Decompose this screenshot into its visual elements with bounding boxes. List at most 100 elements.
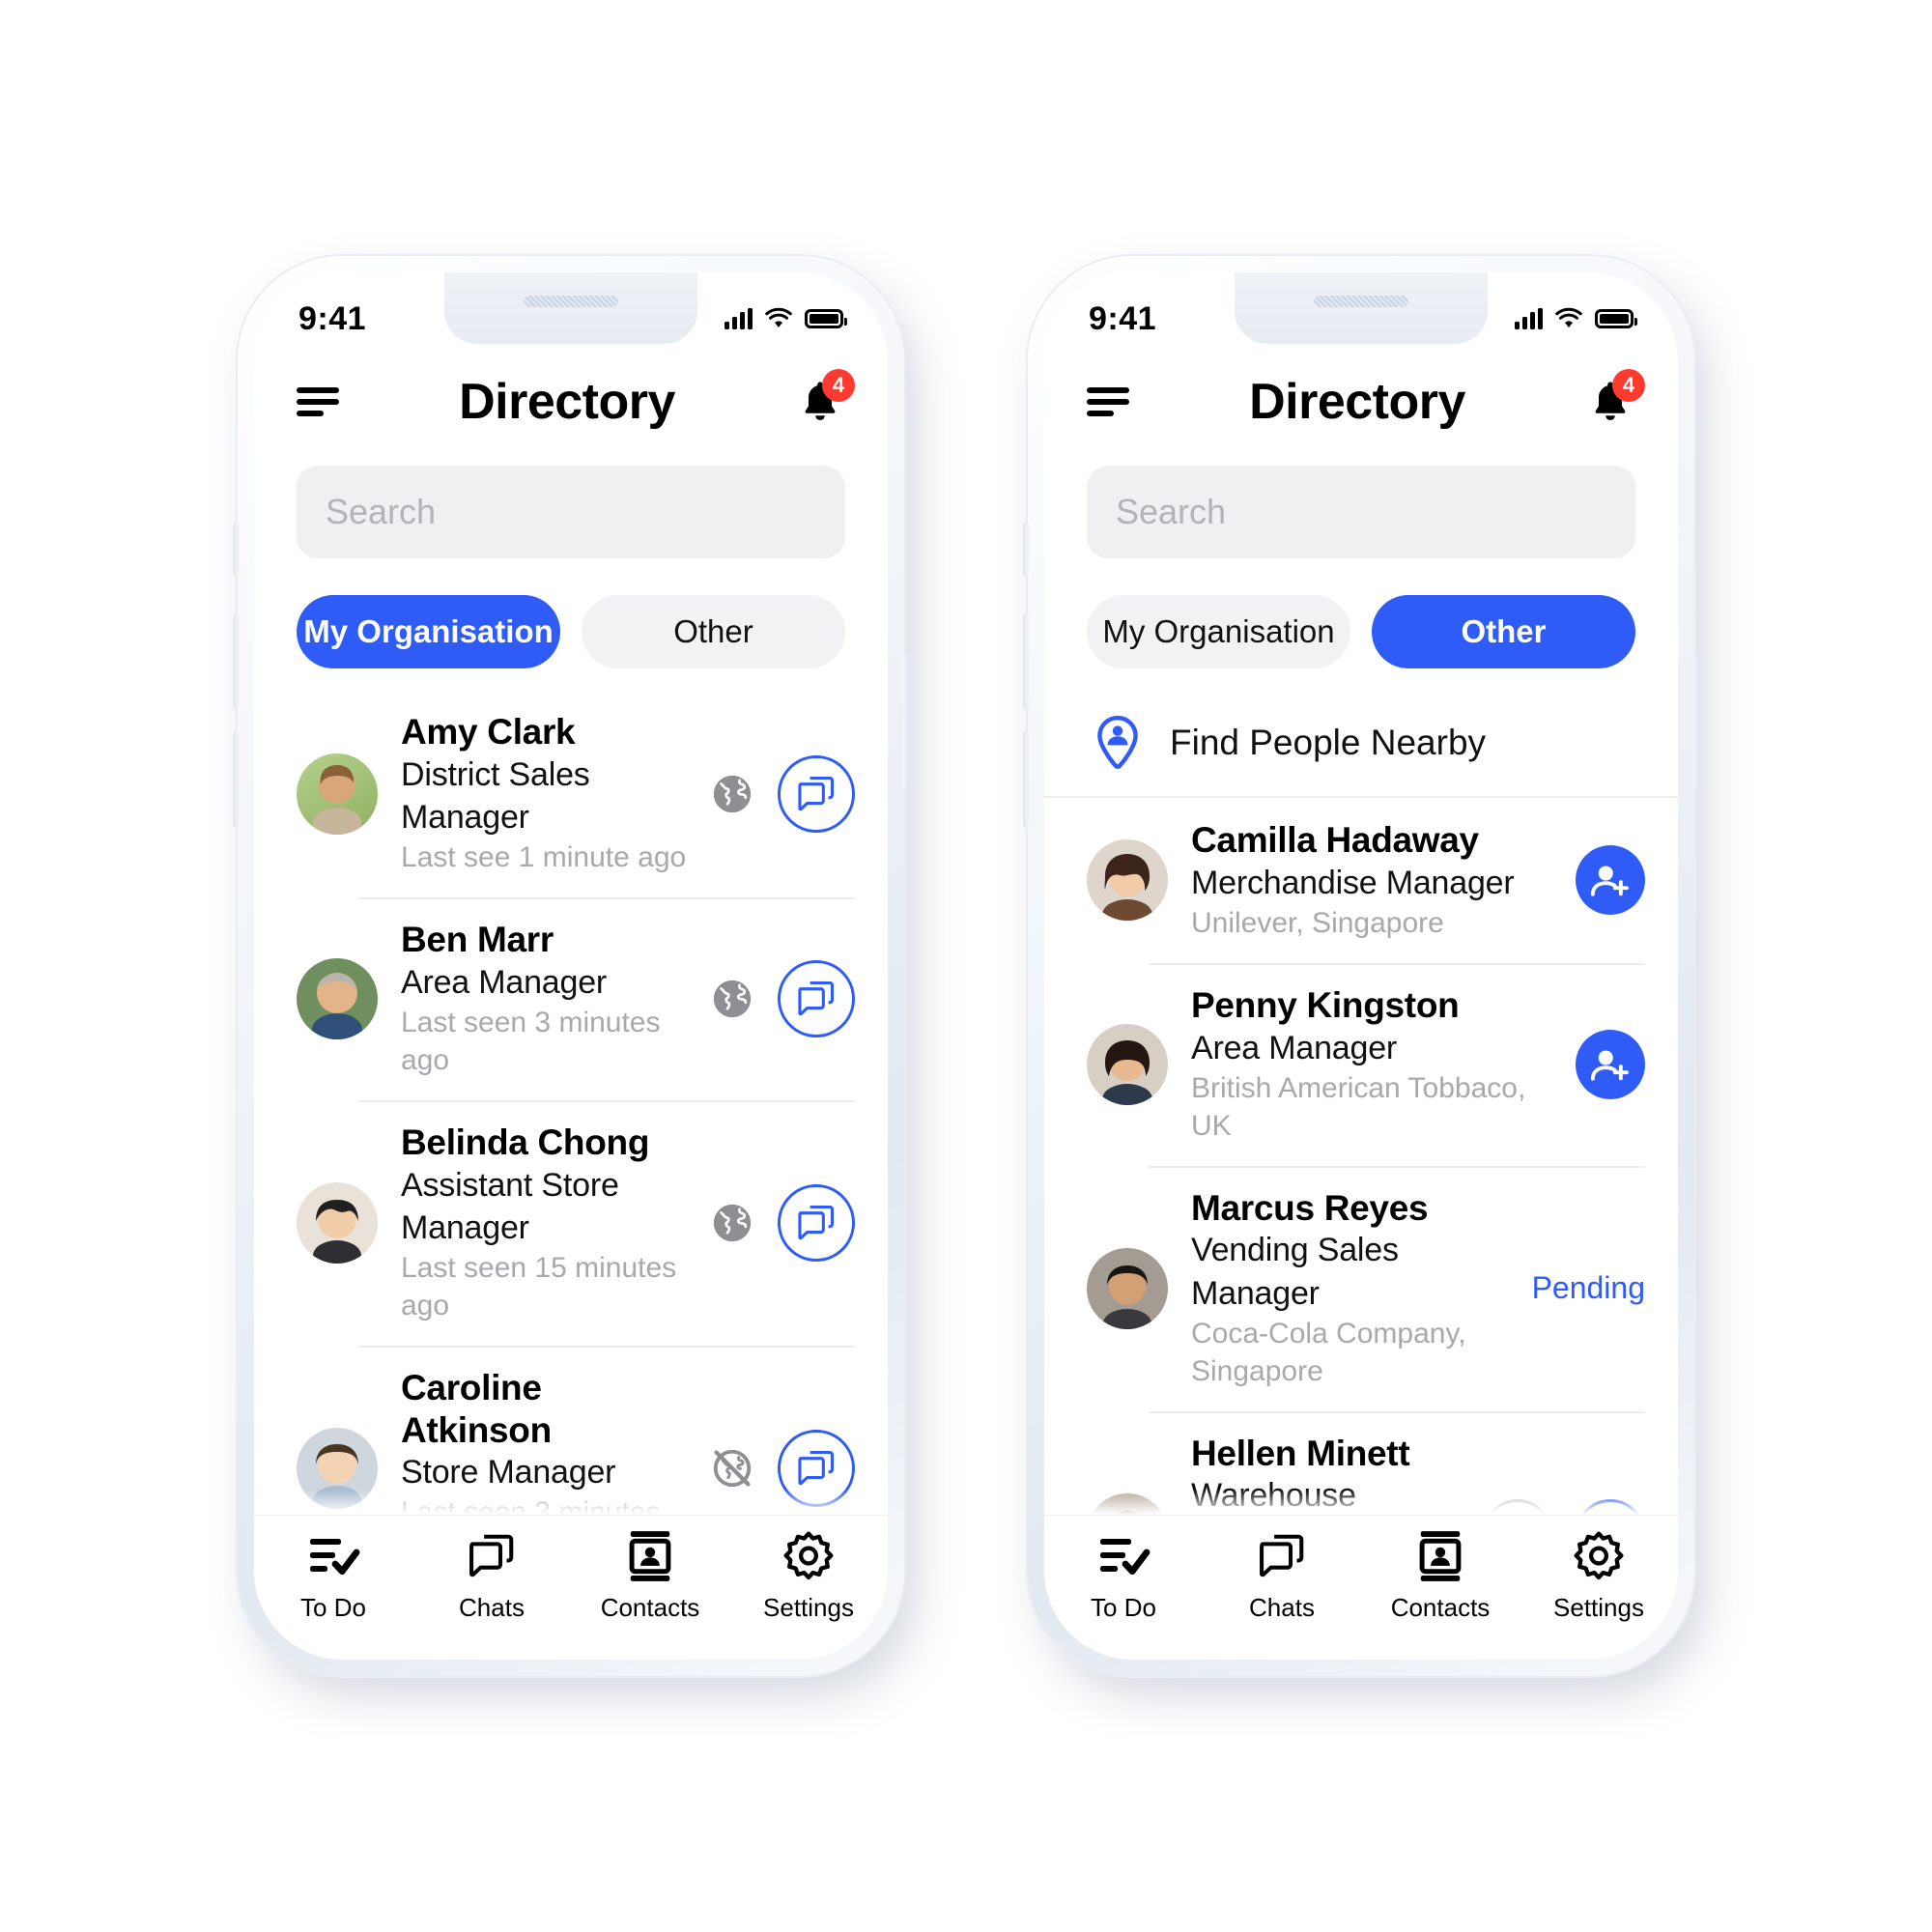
power-button[interactable] [902,654,909,789]
list-item[interactable]: Hellen Minett Warehouse Assitant Heineke… [1044,1410,1678,1515]
find-people-nearby-row[interactable]: Find People Nearby [1044,690,1678,798]
status-bar: 9:41 [1044,272,1678,348]
status-icons [1515,307,1637,330]
chat-button[interactable] [778,1183,855,1262]
status-icons [724,307,847,330]
volume-down-button[interactable] [1023,731,1030,828]
tab-my-organisation[interactable]: My Organisation [1087,595,1350,668]
list-item[interactable]: Amy Clark District Sales Manager Last se… [254,690,888,897]
battery-full-icon [1595,309,1637,328]
search-input[interactable]: Search [1087,466,1635,558]
person-name: Marcus Reyes [1191,1187,1429,1228]
app-header: Directory 4 [254,348,888,456]
chat-bubbles-icon [798,1450,835,1485]
people-list-left[interactable]: Amy Clark District Sales Manager Last se… [254,690,888,1515]
avatar [297,1181,378,1264]
tab-chats[interactable]: Chats [1203,1529,1361,1623]
person-info: Hellen Minett Warehouse Assitant Heineke… [1191,1433,1473,1515]
person-status: Last seen 3 minutes ago [401,1496,661,1515]
chat-bubbles-icon [798,776,835,810]
hamburger-menu-icon[interactable] [1087,387,1129,416]
search-input[interactable]: Search [297,466,845,558]
person-name: Penny Kingston [1191,984,1460,1025]
segmented-control-right: My Organisation Other [1044,558,1678,690]
tab-todo[interactable]: To Do [1044,1529,1203,1623]
row-actions [700,959,855,1037]
row-actions [700,1429,855,1507]
row-actions [1566,1029,1645,1099]
decline-button[interactable] [1483,1498,1552,1515]
avatar [1087,1492,1168,1515]
person-company: Unilever, Singapore [1191,906,1444,939]
notifications-button[interactable]: 4 [795,369,855,427]
bottom-tab-bar-right: To Do Chats Contacts Settings [1044,1515,1678,1660]
signal-bars-icon [1515,308,1543,329]
segmented-control-left: My Organisation Other [254,558,888,690]
location-person-pin-icon [1097,715,1138,769]
chat-bubbles-icon [1256,1529,1308,1583]
person-name: Ben Marr [401,920,554,960]
notifications-button[interactable]: 4 [1585,369,1645,427]
phone-device-right: 9:41 Directory 4 Search My Organisation … [1023,256,1699,1676]
list-item[interactable]: Belinda Chong Assistant Store Manager La… [254,1099,888,1346]
phone-screen-right: 9:41 Directory 4 Search My Organisation … [1044,272,1678,1660]
tab-label: Settings [763,1593,854,1622]
list-item[interactable]: Penny Kingston Area Manager British Amer… [1044,962,1678,1166]
tab-contacts[interactable]: Contacts [571,1529,729,1623]
notification-badge: 4 [1612,369,1645,402]
person-role: Warehouse Assitant [1191,1477,1356,1515]
volume-down-button[interactable] [233,731,240,828]
add-person-button[interactable] [1576,1029,1645,1099]
notification-badge: 4 [822,369,855,402]
avatar [1087,1247,1168,1329]
hamburger-menu-icon[interactable] [297,387,339,416]
tab-other[interactable]: Other [582,595,845,668]
wifi-icon [1555,307,1582,327]
person-info: Amy Clark District Sales Manager Last se… [401,711,700,876]
tab-settings[interactable]: Settings [1520,1529,1678,1623]
tab-chats[interactable]: Chats [412,1529,571,1623]
tab-settings[interactable]: Settings [729,1529,888,1623]
add-person-button[interactable] [1576,845,1645,916]
status-badge: Pending [1531,1270,1645,1306]
app-header: Directory 4 [1044,348,1678,456]
search-container: Search [254,456,888,558]
bottom-tab-bar-left: To Do Chats Contacts Settings [254,1515,888,1660]
chat-button[interactable] [778,1429,855,1507]
status-clock: 9:41 [298,299,367,337]
person-name: Camilla Hadaway [1191,820,1479,860]
list-item[interactable]: Caroline Atkinson Store Manager Last see… [254,1345,888,1515]
people-list-right[interactable]: Find People Nearby Camilla Hadaway Merch… [1044,690,1678,1515]
tab-todo[interactable]: To Do [254,1529,412,1623]
tab-contacts[interactable]: Contacts [1361,1529,1520,1623]
tab-label: Settings [1553,1593,1644,1622]
power-button[interactable] [1692,654,1699,789]
avatar [1087,1023,1168,1105]
volume-up-button[interactable] [1023,613,1030,710]
list-item[interactable]: Marcus Reyes Vending Sales Manager Coca-… [1044,1165,1678,1411]
phone-screen-left: 9:41 Directory 4 Search My Organisation … [254,272,888,1660]
person-name: Hellen Minett [1191,1433,1410,1473]
page-title: Directory [459,374,675,430]
tab-my-organisation[interactable]: My Organisation [297,595,560,668]
tab-other[interactable]: Other [1372,595,1635,668]
person-company: Coca-Cola Company, Singapore [1191,1317,1466,1387]
chat-button[interactable] [778,754,855,833]
person-role: Area Manager [1191,1029,1398,1066]
search-container: Search [1044,456,1678,558]
list-check-icon [306,1529,360,1583]
chat-button[interactable] [778,959,855,1037]
volume-up-button[interactable] [233,613,240,710]
accept-button[interactable] [1576,1498,1645,1515]
signal-bars-icon [724,308,753,329]
gear-icon [1573,1529,1625,1583]
person-status: Last see 1 minute ago [401,841,687,874]
row-actions [700,754,855,833]
status-bar: 9:41 [254,272,888,348]
person-name: Belinda Chong [401,1122,650,1162]
list-item[interactable]: Camilla Hadaway Merchandise Manager Unil… [1044,798,1678,963]
list-item[interactable]: Ben Marr Area Manager Last seen 3 minute… [254,897,888,1100]
globe-icon [713,775,752,812]
row-actions [1473,1498,1645,1515]
chat-bubbles-icon [466,1529,518,1583]
